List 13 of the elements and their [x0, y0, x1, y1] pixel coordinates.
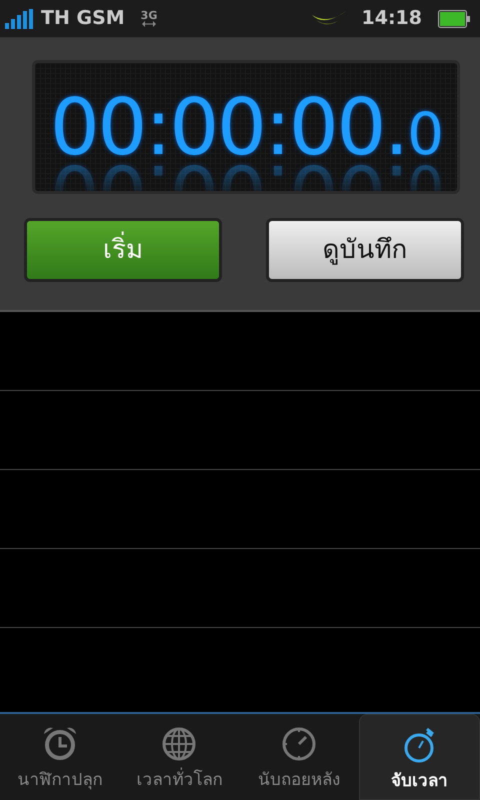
laps-button[interactable]: ดูบันทึก — [266, 218, 464, 282]
elapsed-time: 00:00:00.0 — [48, 89, 443, 167]
carrier-name: TH GSM — [41, 6, 125, 32]
battery-icon — [438, 10, 470, 28]
start-button[interactable]: เริ่ม — [24, 218, 222, 282]
tab[interactable]: นับถอยหลัง — [239, 714, 358, 800]
tab[interactable]: เวลาทั่วโลก — [120, 714, 239, 800]
tab[interactable]: จับเวลา — [358, 714, 480, 800]
operator-logo-icon — [312, 10, 346, 26]
signal-icon — [5, 8, 33, 28]
clock-time: 14:18 — [362, 6, 422, 32]
network-indicator: 3G — [140, 10, 158, 27]
tab[interactable]: นาฬิกาปลุก — [0, 714, 120, 800]
